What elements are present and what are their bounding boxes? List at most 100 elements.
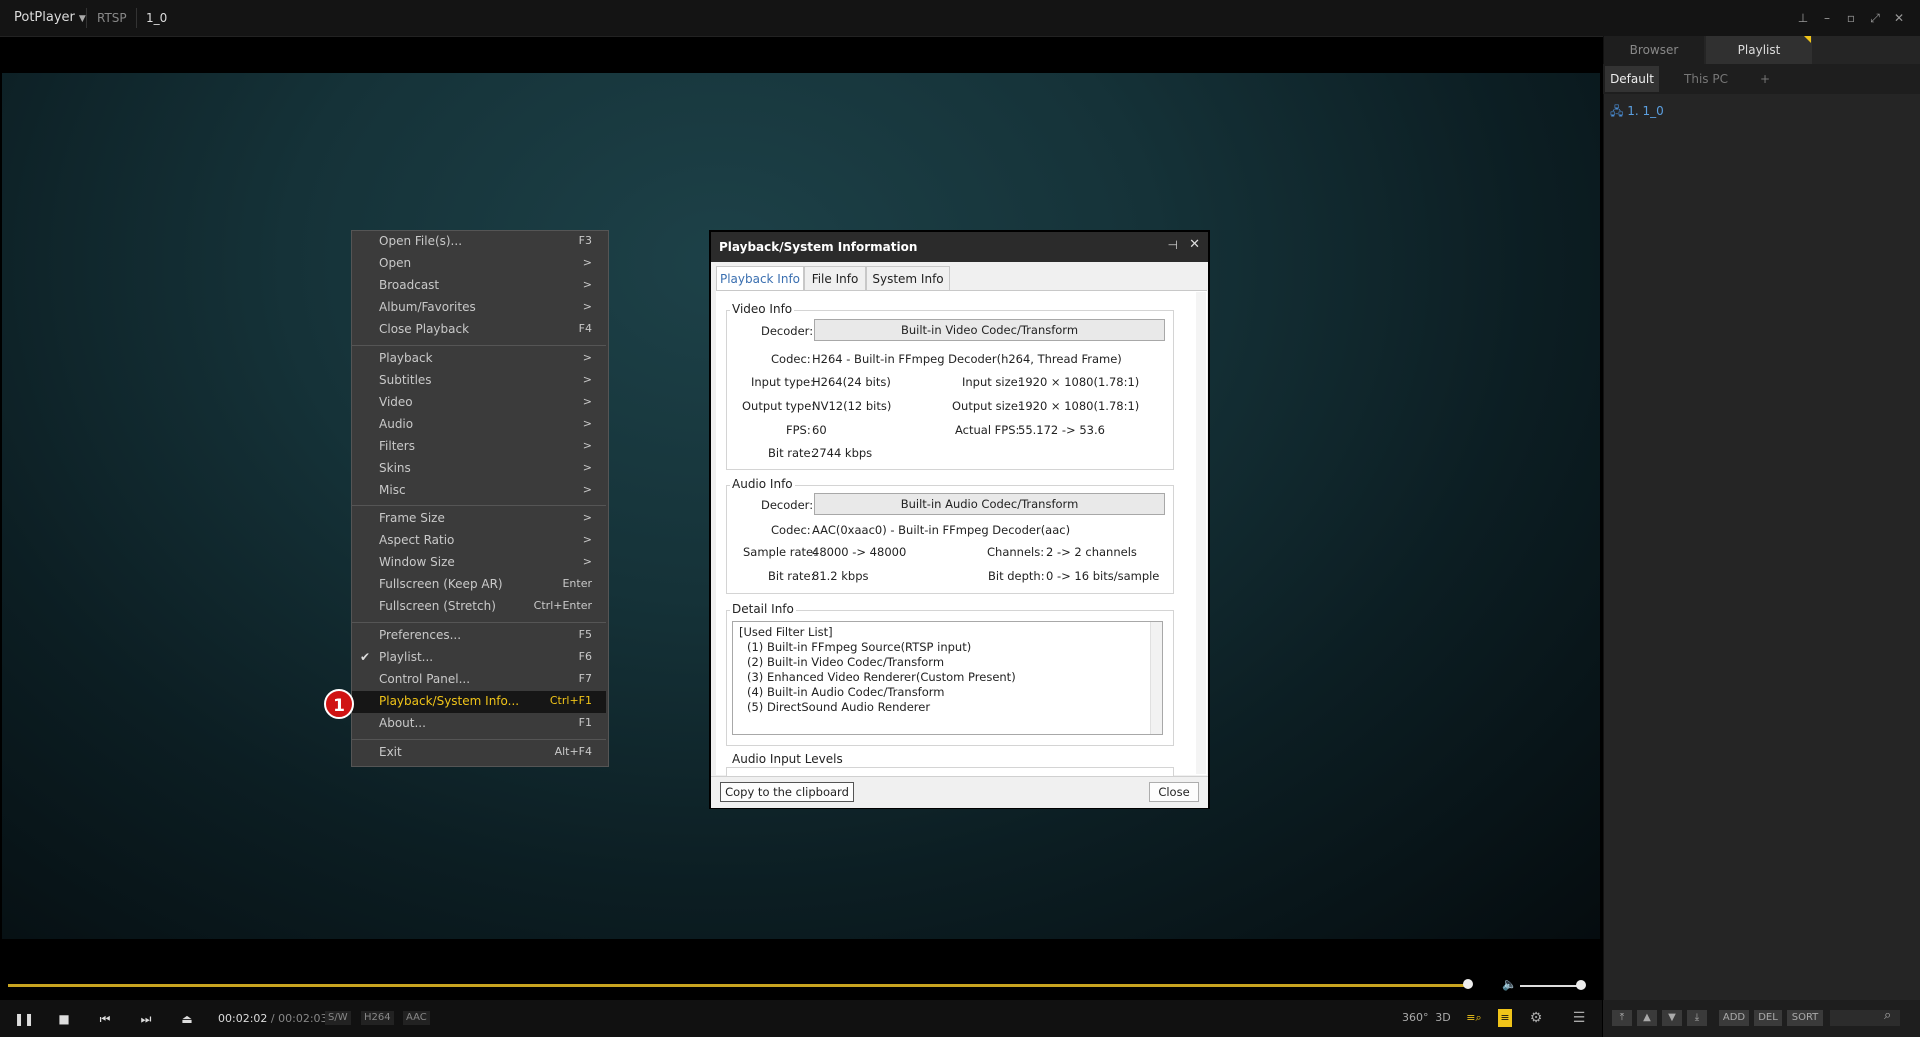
menu-item-playlist[interactable]: ✔ Playlist... F6 [352,647,606,669]
audio-levels-group [726,767,1174,776]
tab-system-info[interactable]: System Info [866,266,950,290]
menu-item-about[interactable]: About... F1 [352,713,606,735]
close-button[interactable]: Close [1149,782,1199,802]
volume-handle[interactable] [1576,980,1586,990]
menu-item-fullscreen-stretch[interactable]: Fullscreen (Stretch) Ctrl+Enter [352,596,606,618]
subtab-default[interactable]: Default [1605,66,1659,92]
output-size-value: 1920 × 1080(1.78:1) [1018,399,1140,413]
side-panel [1603,36,1920,1037]
time-separator: / [270,1012,275,1025]
bit-depth-label: Bit depth: [988,569,1045,583]
vr-360-button[interactable]: 360° [1402,1009,1429,1027]
audio-decoder-field[interactable]: Built-in Audio Codec/Transform [814,493,1165,515]
chevron-down-icon: ▼ [78,14,86,24]
stop-icon[interactable]: ■ [55,1010,73,1028]
menu-item-close-playback[interactable]: Close Playback F4 [352,319,606,341]
minimize-icon[interactable]: – [1817,8,1837,28]
menu-item-preferences[interactable]: Preferences... F5 [352,625,606,647]
menu-item-playback-system-info[interactable]: Playback/System Info... Ctrl+F1 [352,691,606,713]
filter-list-textarea[interactable]: [Used Filter List] (1) Built-in FFmpeg S… [732,621,1163,735]
audio-codec-tag[interactable]: AAC [403,1011,430,1025]
search-icon[interactable]: ⌕ [1884,1008,1891,1023]
tab-browser[interactable]: Browser [1604,36,1704,64]
add-button[interactable]: ADD [1719,1010,1749,1026]
fullscreen-icon[interactable]: ⤢ [1865,8,1885,28]
eject-icon[interactable]: ⏏ [178,1010,196,1028]
menu-item-playback[interactable]: Playback > [352,348,606,370]
input-type-value: H264(24 bits) [812,375,891,389]
menu-item-album-favorites[interactable]: Album/Favorites > [352,297,606,319]
menu-item-audio[interactable]: Audio > [352,414,606,436]
tab-file-info[interactable]: File Info [804,266,866,290]
pause-icon[interactable]: ❚❚ [14,1010,34,1028]
menu-item-frame-size[interactable]: Frame Size > [352,508,606,530]
annotation-badge-1: 1 [324,689,354,719]
menu-separator [352,739,606,740]
move-up-icon[interactable]: ▲ [1637,1010,1657,1026]
maximize-icon[interactable]: ▫ [1841,8,1861,28]
close-icon[interactable]: ✕ [1889,8,1909,28]
add-tab-button[interactable]: + [1753,66,1777,92]
pin-icon[interactable]: ⊥ [1793,8,1813,28]
filter-list-scrollbar[interactable] [1150,622,1162,734]
menu-item-aspect-ratio[interactable]: Aspect Ratio > [352,530,606,552]
menu-item-exit[interactable]: Exit Alt+F4 [352,742,606,764]
filter-list-line: (3) Enhanced Video Renderer(Custom Prese… [747,670,1016,684]
subtab-this-pc[interactable]: This PC [1661,66,1751,92]
total-time: 00:02:03 [278,1012,328,1025]
menu-item-window-size[interactable]: Window Size > [352,552,606,574]
filter-list-line: [Used Filter List] [739,625,833,639]
move-top-icon[interactable]: ⤒ [1612,1010,1632,1026]
gear-icon[interactable]: ⚙ [1527,1009,1545,1027]
divider [86,8,87,28]
menu-icon[interactable]: ☰ [1570,1009,1588,1027]
playlist-search-icon[interactable]: ≡⌕ [1464,1009,1484,1027]
video-decoder-field[interactable]: Built-in Video Codec/Transform [814,319,1165,341]
seek-bar[interactable] [8,984,1468,987]
menu-item-skins[interactable]: Skins > [352,458,606,480]
menu-item-filters[interactable]: Filters > [352,436,606,458]
audio-info-label: Audio Info [730,477,795,491]
menu-item-subtitles[interactable]: Subtitles > [352,370,606,392]
menu-item-fullscreen-keep-ar[interactable]: Fullscreen (Keep AR) Enter [352,574,606,596]
menu-item-open[interactable]: Open > [352,253,606,275]
delete-button[interactable]: DEL [1754,1010,1782,1026]
sort-button[interactable]: SORT [1787,1010,1823,1026]
menu-item-video[interactable]: Video > [352,392,606,414]
menu-item-broadcast[interactable]: Broadcast > [352,275,606,297]
decoder-tag[interactable]: S/W [325,1011,351,1025]
title-bar: PotPlayer ▼ RTSP 1_0 ⊥ – ▫ ⤢ ✕ [0,0,1920,37]
filter-list-line: (2) Built-in Video Codec/Transform [747,655,945,669]
fps-value: 60 [812,423,827,437]
next-icon[interactable]: ⏭ [137,1010,155,1028]
tab-playlist[interactable]: Playlist [1706,36,1812,64]
volume-icon[interactable]: 🔈 [1502,977,1517,991]
volume-slider[interactable] [1520,985,1581,987]
audio-codec-value: AAC(0xaac0) - Built-in FFmpeg Decoder(aa… [812,523,1071,537]
subtitle-icon[interactable]: ≡ [1498,1009,1512,1027]
tab-playback-info[interactable]: Playback Info [716,266,804,290]
menu-item-misc[interactable]: Misc > [352,480,606,502]
dialog-scrollbar[interactable] [1196,292,1206,774]
menu-separator [352,505,606,506]
menu-item-open-files[interactable]: Open File(s)... F3 [352,231,606,253]
close-icon[interactable]: ✕ [1189,237,1200,252]
menu-separator [352,622,606,623]
output-type-label: Output type: [742,399,816,413]
bit-depth-value: 0 -> 16 bits/sample [1046,569,1160,583]
copy-to-clipboard-button[interactable]: Copy to the clipboard [720,782,854,802]
move-bottom-icon[interactable]: ⤓ [1687,1010,1707,1026]
seek-handle[interactable] [1463,979,1473,989]
video-codec-tag[interactable]: H264 [361,1011,394,1025]
audio-decoder-label: Decoder: [761,498,814,512]
video-info-label: Video Info [730,302,795,316]
menu-item-control-panel[interactable]: Control Panel... F7 [352,669,606,691]
network-icon: 🖧 [1610,104,1624,118]
pin-icon[interactable]: ⊣ [1168,238,1178,252]
playlist-item[interactable]: 🖧 1. 1_0 [1610,102,1664,123]
audio-bitrate-value: 81.2 kbps [812,569,869,583]
move-down-icon[interactable]: ▼ [1662,1010,1682,1026]
app-menu-button[interactable]: PotPlayer ▼ [14,10,86,25]
3d-button[interactable]: 3D [1432,1009,1454,1027]
previous-icon[interactable]: ⏮ [96,1010,114,1028]
